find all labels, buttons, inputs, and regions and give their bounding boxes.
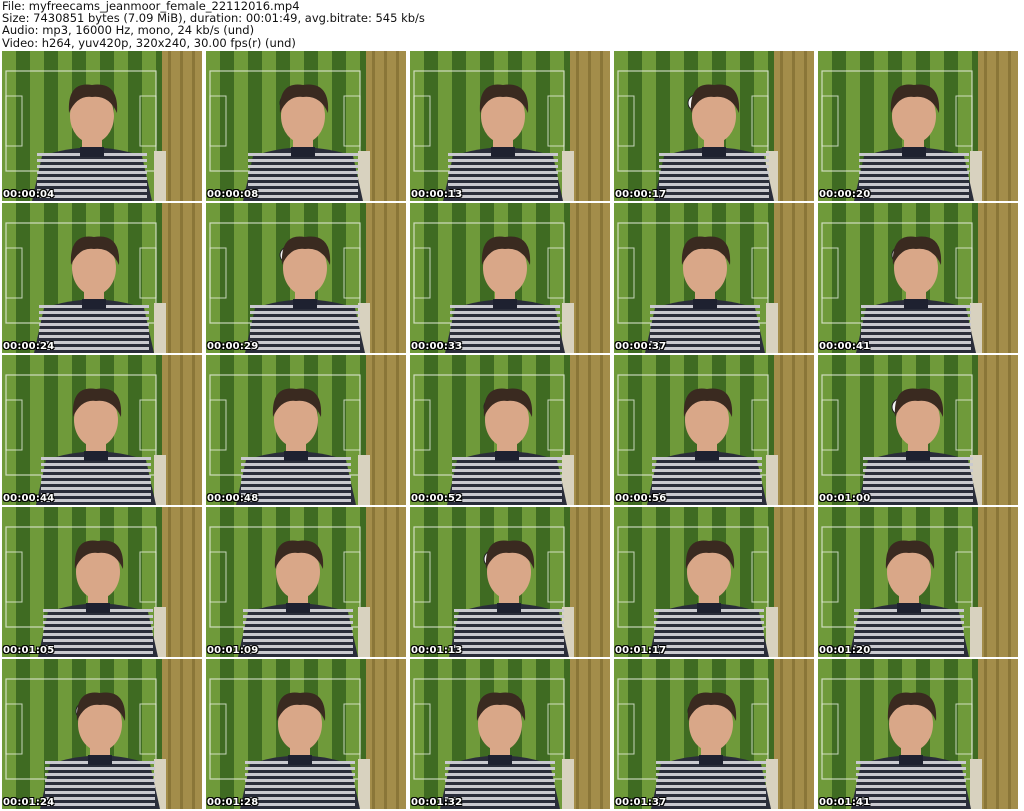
frame-image [614, 659, 814, 809]
frame-image [818, 203, 1018, 353]
frame-image [818, 507, 1018, 657]
thumbnail-timestamp: 00:01:05 [3, 645, 55, 656]
frame-image [206, 659, 406, 809]
video-thumbnail: 00:00:33 [410, 203, 610, 353]
video-thumbnail: 00:00:41 [818, 203, 1018, 353]
thumbnail-timestamp: 00:01:13 [411, 645, 463, 656]
thumbnail-grid: 00:00:04 00:00:08 00:00:13 00:00:17 00:0… [2, 51, 1022, 811]
video-thumbnail: 00:01:24 [2, 659, 202, 809]
frame-image [206, 203, 406, 353]
thumbnail-timestamp: 00:00:37 [615, 341, 667, 352]
video-thumbnail: 00:00:17 [614, 51, 814, 201]
video-thumbnail: 00:01:28 [206, 659, 406, 809]
thumbnail-timestamp: 00:00:13 [411, 189, 463, 200]
video-thumbnail: 00:00:44 [2, 355, 202, 505]
frame-image [2, 203, 202, 353]
video-thumbnail: 00:01:05 [2, 507, 202, 657]
thumbnail-timestamp: 00:00:29 [207, 341, 259, 352]
video-thumbnail: 00:01:13 [410, 507, 610, 657]
frame-image [206, 355, 406, 505]
thumbnail-timestamp: 00:00:04 [3, 189, 55, 200]
video-thumbnail: 00:00:37 [614, 203, 814, 353]
video-thumbnail: 00:01:09 [206, 507, 406, 657]
video-thumbnail: 00:00:04 [2, 51, 202, 201]
frame-image [410, 203, 610, 353]
thumbnail-timestamp: 00:01:20 [819, 645, 871, 656]
frame-image [206, 507, 406, 657]
thumbnail-timestamp: 00:00:24 [3, 341, 55, 352]
frame-image [2, 355, 202, 505]
frame-image [410, 507, 610, 657]
frame-image [2, 507, 202, 657]
frame-image [410, 659, 610, 809]
thumbnail-timestamp: 00:01:00 [819, 493, 871, 504]
video-thumbnail: 00:00:08 [206, 51, 406, 201]
frame-image [206, 51, 406, 201]
frame-image [614, 355, 814, 505]
thumbnail-timestamp: 00:01:32 [411, 797, 463, 808]
video-thumbnail: 00:00:48 [206, 355, 406, 505]
video-thumbnail: 00:01:32 [410, 659, 610, 809]
thumbnail-timestamp: 00:01:37 [615, 797, 667, 808]
frame-image [2, 659, 202, 809]
frame-image [818, 51, 1018, 201]
thumbnail-timestamp: 00:00:56 [615, 493, 667, 504]
frame-image [818, 659, 1018, 809]
video-thumbnail: 00:00:29 [206, 203, 406, 353]
thumbnail-timestamp: 00:00:41 [819, 341, 871, 352]
thumbnail-timestamp: 00:01:17 [615, 645, 667, 656]
file-info-header: File: myfreecams_jeanmoor_female_2211201… [2, 0, 425, 49]
thumbnail-timestamp: 00:00:17 [615, 189, 667, 200]
video-thumbnail: 00:01:00 [818, 355, 1018, 505]
thumbnail-timestamp: 00:01:41 [819, 797, 871, 808]
thumbnail-timestamp: 00:00:20 [819, 189, 871, 200]
frame-image [2, 51, 202, 201]
video-thumbnail: 00:00:56 [614, 355, 814, 505]
video-thumbnail: 00:01:41 [818, 659, 1018, 809]
thumbnail-timestamp: 00:00:08 [207, 189, 259, 200]
thumbnail-timestamp: 00:01:28 [207, 797, 259, 808]
thumbnail-timestamp: 00:00:33 [411, 341, 463, 352]
audio-info-line: Audio: mp3, 16000 Hz, mono, 24 kb/s (und… [2, 23, 255, 38]
video-thumbnail: 00:00:20 [818, 51, 1018, 201]
video-thumbnail: 00:01:20 [818, 507, 1018, 657]
video-thumbnail: 00:01:37 [614, 659, 814, 809]
thumbnail-timestamp: 00:01:09 [207, 645, 259, 656]
thumbnail-timestamp: 00:01:24 [3, 797, 55, 808]
video-thumbnail: 00:00:24 [2, 203, 202, 353]
video-thumbnail: 00:00:52 [410, 355, 610, 505]
frame-image [614, 203, 814, 353]
frame-image [614, 507, 814, 657]
frame-image [410, 51, 610, 201]
thumbnail-timestamp: 00:00:44 [3, 493, 55, 504]
frame-image [614, 51, 814, 201]
video-thumbnail: 00:01:17 [614, 507, 814, 657]
thumbnail-timestamp: 00:00:52 [411, 493, 463, 504]
video-info-line: Video: h264, yuv420p, 320x240, 30.00 fps… [2, 35, 296, 50]
frame-image [818, 355, 1018, 505]
video-thumbnail: 00:00:13 [410, 51, 610, 201]
frame-image [410, 355, 610, 505]
thumbnail-timestamp: 00:00:48 [207, 493, 259, 504]
